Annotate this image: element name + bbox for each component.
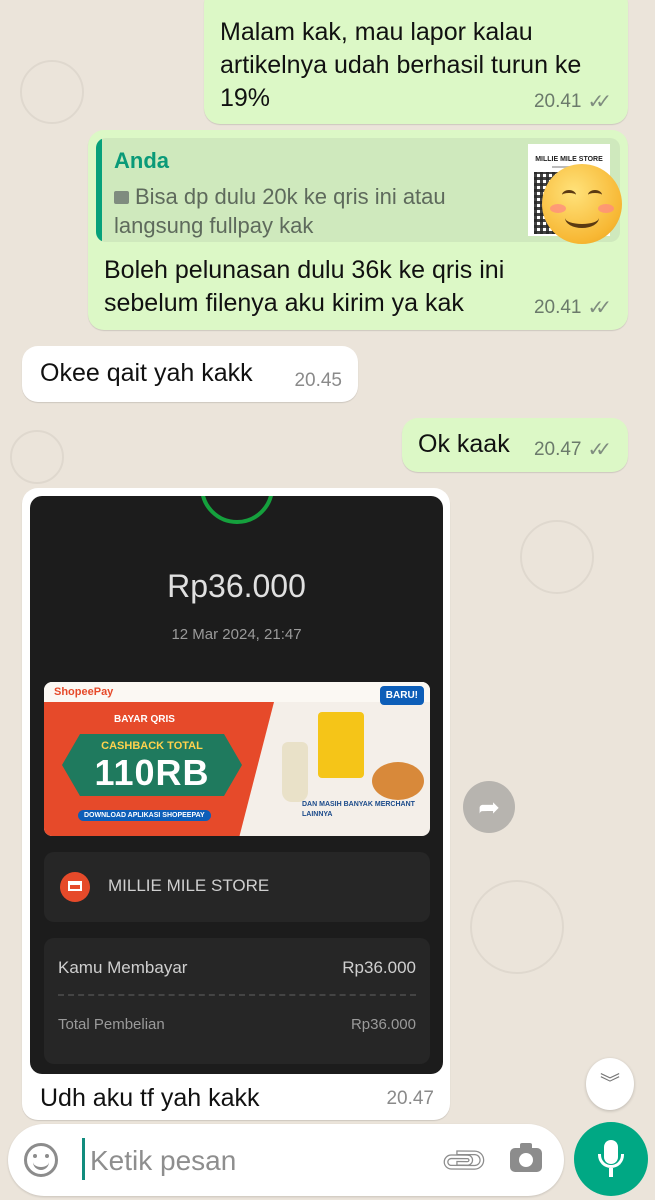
total-value: Rp36.000 — [350, 1016, 416, 1033]
quote-text: Bisa dp dulu 20k ke qris ini atau langsu… — [114, 182, 494, 240]
camera-icon[interactable] — [510, 1143, 542, 1172]
product-bread-image — [372, 762, 424, 800]
store-name: MILLIE MILE STORE — [108, 876, 270, 895]
outgoing-message[interactable]: Malam kak, mau lapor kalau artikelnya ud… — [204, 0, 628, 124]
incoming-message[interactable]: Okee qait yah kakk 20.45 — [22, 346, 358, 402]
outgoing-message-reply[interactable]: Anda Bisa dp dulu 20k ke qris ini atau l… — [88, 130, 628, 330]
shopeepay-logo: ShopeePay — [54, 686, 114, 698]
store-icon — [60, 872, 90, 902]
background-doodle — [470, 880, 564, 974]
read-ticks-icon: ✓✓ — [587, 91, 611, 113]
total-label: Total Pembelian — [58, 1016, 165, 1033]
message-input[interactable] — [88, 1140, 422, 1182]
background-doodle — [520, 520, 594, 594]
paid-value: Rp36.000 — [342, 958, 416, 977]
payment-details-card: Kamu Membayar Rp36.000 Total Pembelian R… — [44, 938, 430, 1064]
smiling-emoji-icon — [542, 164, 622, 244]
text-caret — [82, 1138, 85, 1180]
emoji-blush — [550, 204, 566, 213]
paid-label: Kamu Membayar — [58, 958, 188, 977]
message-time: 20.41 — [533, 296, 582, 318]
message-time: 20.47 — [533, 438, 582, 460]
merchant-label: DAN MASIH BANYAK MERCHANT LAINNYA — [302, 801, 415, 818]
image-icon — [114, 191, 129, 204]
success-ring-icon — [200, 496, 274, 524]
product-pouch-image — [318, 712, 364, 778]
emoji-icon[interactable] — [24, 1143, 58, 1177]
payment-date: 12 Mar 2024, 21:47 — [171, 626, 302, 643]
cashback-plaque: CASHBACK TOTAL 110RB — [62, 734, 242, 796]
message-meta: 20.47 ✓✓ — [534, 437, 612, 462]
message-time: 20.41 — [533, 90, 582, 112]
message-meta: 20.47 — [386, 1088, 434, 1110]
emoji-mouth — [565, 208, 599, 228]
outgoing-message[interactable]: Ok kaak 20.47 ✓✓ — [402, 418, 628, 472]
thumb-title: MILLIE MILE STORE — [535, 156, 603, 163]
forward-icon[interactable]: ➦ — [463, 781, 515, 833]
message-input-bar: 📎︎ — [8, 1124, 564, 1196]
background-doodle — [10, 430, 64, 484]
mic-stand — [598, 1154, 624, 1168]
store-card: MILLIE MILE STORE — [44, 852, 430, 922]
read-ticks-icon: ✓✓ — [587, 439, 611, 461]
dashed-divider — [58, 994, 416, 996]
read-ticks-icon: ✓✓ — [587, 297, 611, 319]
message-text: Okee qait yah kakk — [40, 359, 253, 387]
emoji-blush — [598, 204, 614, 213]
attach-icon[interactable]: 📎︎ — [437, 1133, 493, 1189]
background-doodle — [20, 60, 84, 124]
emoji-eye — [588, 190, 602, 200]
quote-bar — [96, 138, 102, 242]
incoming-image-message[interactable]: Rp36.000 12 Mar 2024, 21:47 ShopeePay BA… — [22, 488, 450, 1120]
quote-author: Anda — [114, 148, 169, 173]
message-text: Ok kaak — [418, 430, 510, 458]
bayar-qris-label: BAYAR QRIS — [114, 714, 175, 725]
mic-button[interactable] — [574, 1122, 648, 1196]
message-meta: 20.45 — [294, 370, 342, 392]
payment-amount: Rp36.000 — [167, 568, 306, 604]
quote-text-content: Bisa dp dulu 20k ke qris ini atau langsu… — [114, 184, 446, 238]
message-caption: Udh aku tf yah kakk — [40, 1084, 260, 1112]
new-badge: BARU! — [379, 686, 424, 705]
message-meta: 20.41 ✓✓ — [534, 89, 612, 114]
payment-screenshot-image[interactable]: Rp36.000 12 Mar 2024, 21:47 ShopeePay BA… — [30, 496, 443, 1074]
message-time: 20.47 — [386, 1088, 434, 1109]
mic-foot — [609, 1168, 613, 1177]
promo-banner: ShopeePay BARU! BAYAR QRIS CASHBACK TOTA… — [44, 682, 430, 836]
message-time: 20.45 — [294, 370, 342, 391]
cashback-title: CASHBACK TOTAL — [101, 740, 203, 752]
emoji-eye — [562, 190, 576, 200]
quoted-message[interactable]: Anda Bisa dp dulu 20k ke qris ini atau l… — [96, 138, 620, 242]
product-bottle-image — [282, 742, 308, 802]
download-label: DOWNLOAD APLIKASI SHOPEEPAY — [78, 810, 211, 821]
cashback-value: 110RB — [94, 752, 210, 793]
message-meta: 20.41 ✓✓ — [534, 295, 612, 320]
message-text: Boleh pelunasan dulu 36k ke qris ini seb… — [104, 256, 505, 317]
scroll-down-icon[interactable]: ︾ — [586, 1058, 634, 1110]
